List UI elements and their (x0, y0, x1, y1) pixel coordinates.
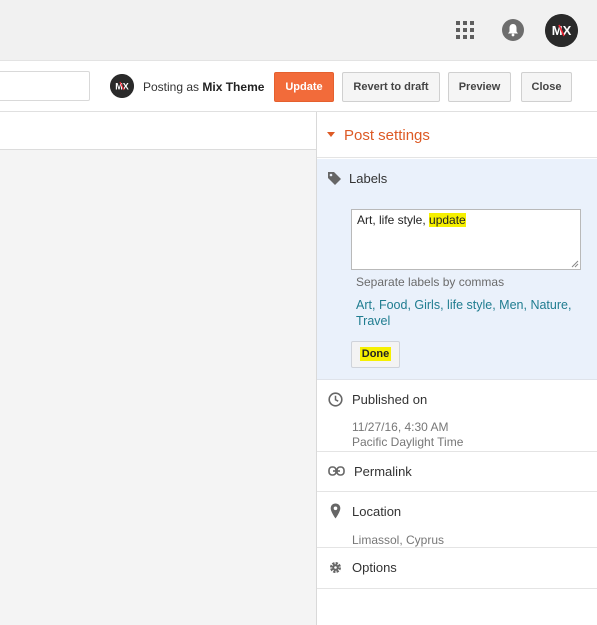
labels-textarea[interactable]: Art, life style, update (351, 209, 581, 270)
options-section[interactable]: Options (317, 548, 597, 589)
published-timezone: Pacific Daylight Time (352, 435, 464, 449)
label-suggestion[interactable]: Travel (356, 314, 390, 328)
revert-to-draft-button[interactable]: Revert to draft (342, 72, 440, 102)
done-button-label: Done (359, 347, 392, 361)
label-suggestions: Art, Food, Girls, life style, Men, Natur… (356, 298, 572, 328)
done-button[interactable]: Done (351, 341, 400, 368)
label-suggestion[interactable]: Art (356, 298, 372, 312)
published-date: 11/27/16, 4:30 AM (352, 420, 449, 434)
update-button[interactable]: Update (274, 72, 334, 102)
label-suggestion[interactable]: Nature (530, 298, 568, 312)
close-button[interactable]: Close (521, 72, 572, 102)
apps-grid-icon[interactable] (456, 21, 474, 39)
gear-icon (330, 562, 341, 573)
post-settings-sidebar: Post settings Labels Art, life style, up… (317, 112, 597, 625)
caret-down-icon (327, 132, 335, 137)
post-settings-header[interactable]: Post settings (317, 112, 597, 158)
post-settings-title: Post settings (344, 127, 430, 144)
tag-icon (328, 172, 341, 185)
location-value: Limassol, Cyprus (352, 533, 445, 547)
clock-icon (328, 392, 343, 407)
published-on-title: Published on (352, 392, 428, 407)
editor-format-bar (0, 112, 316, 150)
preview-button[interactable]: Preview (448, 72, 511, 102)
post-title-input[interactable] (0, 71, 90, 101)
permalink-section[interactable]: Permalink (317, 452, 597, 492)
options-title: Options (352, 560, 397, 575)
map-pin-icon (330, 503, 341, 519)
posting-as-prefix: Posting as (143, 80, 200, 94)
label-suggestion[interactable]: Food (379, 298, 408, 312)
labels-value-highlight: update (429, 213, 466, 227)
blog-avatar: MX (110, 74, 134, 98)
label-suggestion[interactable]: life style (447, 298, 492, 312)
account-avatar[interactable]: MX (545, 14, 578, 47)
editor-toolbar: MX Posting as Mix Theme Update Revert to… (0, 61, 597, 112)
labels-value: Art, life style, (357, 213, 430, 227)
top-bar: MX (0, 0, 597, 61)
labels-title: Labels (349, 171, 388, 186)
posting-as-name: Mix Theme (202, 80, 265, 94)
labels-hint: Separate labels by commas (356, 275, 505, 289)
location-section[interactable]: Location Limassol, Cyprus (317, 492, 597, 548)
bell-icon[interactable] (502, 19, 524, 41)
resize-grip-icon[interactable] (571, 260, 579, 268)
link-icon (328, 466, 345, 476)
label-suggestion[interactable]: Men (499, 298, 523, 312)
labels-panel: Labels Art, life style, update Separate … (317, 159, 597, 380)
permalink-title: Permalink (354, 464, 412, 479)
editor-area[interactable] (0, 112, 316, 625)
location-title: Location (352, 504, 402, 519)
published-on-section[interactable]: Published on 11/27/16, 4:30 AM Pacific D… (317, 380, 597, 452)
posting-as-text: Posting as Mix Theme (143, 80, 264, 94)
label-suggestion[interactable]: Girls (414, 298, 440, 312)
